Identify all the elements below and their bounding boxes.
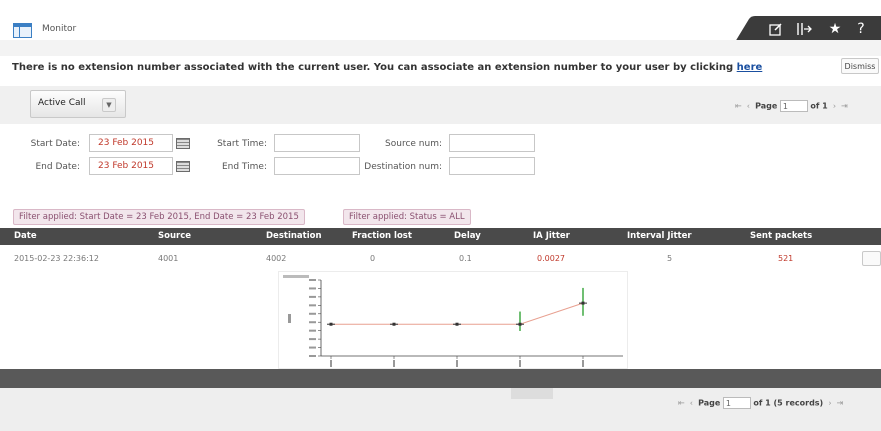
source-num-input[interactable] [449,134,535,152]
header-divider [0,40,881,56]
edit-icon[interactable] [769,19,791,39]
page-of-label: of 1 (5 records) [753,398,824,408]
chart-point-marker [581,301,585,305]
last-page-icon[interactable]: ⇥ [841,102,848,111]
chart-x-tick-label-mark [582,360,584,367]
cell-destination: 4002 [266,254,287,263]
chart-y-axis-label-mark [288,314,291,323]
chart-x-tick-label-mark [393,360,395,367]
end-date-input[interactable]: 23 Feb 2015 [89,157,173,175]
chart-y-tick-label-mark [309,312,316,315]
cell-interval-jitter: 5 [667,254,673,263]
chart-x-tick-label-mark [456,360,458,367]
chart-y-tick-label-mark [309,295,316,298]
row-action-button[interactable] [862,251,881,266]
start-time-input[interactable] [274,134,360,152]
extension-notice: There is no extension number associated … [12,62,762,73]
view-select-label: Active Call [38,98,86,108]
cell-fraction-lost: 0 [370,254,376,263]
monitor-icon [13,23,32,38]
chart-x-tick-label-mark [330,360,332,367]
destination-num-label: Destination num: [364,162,442,172]
cell-source: 4001 [158,254,179,263]
header-icon-bar: ★ ? [735,16,881,42]
table-footer-bar [0,369,881,388]
chart-point-marker [518,322,522,326]
help-icon[interactable]: ? [850,19,872,39]
page-input[interactable]: 1 [779,100,808,112]
chart-y-tick-label-mark [309,346,316,349]
column-header-sent-packets[interactable]: Sent packets [750,231,812,241]
prev-page-icon[interactable]: ‹ [690,399,693,408]
jitter-chart-svg [283,275,623,367]
column-icon[interactable] [796,19,818,39]
first-page-icon[interactable]: ⇤ [735,102,742,111]
chart-y-tick-label-mark [309,287,316,290]
pager-top: ⇤ ‹ Page 1 of 1 › ⇥ [735,100,848,112]
column-header-source[interactable]: Source [158,231,191,241]
cell-sent-packets: 521 [778,254,794,263]
chart-y-tick-label-mark [309,321,316,324]
source-num-label: Source num: [385,139,442,149]
start-date-input[interactable]: 23 Feb 2015 [89,134,173,152]
next-page-icon[interactable]: › [833,102,836,111]
start-date-calendar-icon[interactable] [176,138,190,149]
chart-point-marker [392,322,396,326]
column-header-fraction-lost[interactable]: Fraction lost [352,231,412,241]
destination-num-input[interactable] [449,157,535,175]
chart-y-tick-label-mark [309,355,316,357]
cell-date: 2015-02-23 22:36:12 [14,254,99,263]
page-input[interactable]: 1 [722,397,751,409]
chart-y-tick-label-mark [309,279,316,281]
filter-chip-date: Filter applied: Start Date = 23 Feb 2015… [13,209,305,225]
prev-page-icon[interactable]: ‹ [747,102,750,111]
chart-y-tick-label-mark [309,338,316,341]
last-page-icon[interactable]: ⇥ [837,399,844,408]
notice-text: There is no extension number associated … [12,62,734,73]
jitter-chart [278,271,628,369]
page-label: Page [755,101,778,111]
page-title: Monitor [42,24,77,34]
chart-series-line [331,302,584,325]
chart-y-tick-label-mark [309,329,316,332]
start-date-label: Start Date: [30,139,80,149]
notice-here-link[interactable]: here [737,62,763,73]
end-time-input[interactable] [274,157,360,175]
cell-delay: 0.1 [459,254,472,263]
cell-ia-jitter: 0.0027 [537,254,565,263]
end-time-label: End Time: [221,162,267,172]
first-page-icon[interactable]: ⇤ [678,399,685,408]
chart-caption-mark [283,275,309,278]
chart-point-marker [329,322,333,326]
dismiss-button[interactable]: Dismiss [841,58,879,74]
pager-bottom: ⇤ ‹ Page 1 of 1 (5 records) › ⇥ [678,397,843,409]
filter-chip-status: Filter applied: Status = ALL [343,209,471,225]
end-date-label: End Date: [35,162,80,172]
chart-point-marker [455,322,459,326]
table-header: Date Source Destination Fraction lost De… [0,228,881,245]
column-header-ia-jitter[interactable]: IA Jitter [533,231,570,241]
column-header-interval-jitter[interactable]: Interval Jitter [627,231,692,241]
end-date-calendar-icon[interactable] [176,161,190,172]
page-of-label: of 1 [810,101,828,111]
footer-tab [511,388,553,399]
chart-x-tick-label-mark [519,360,521,367]
next-page-icon[interactable]: › [828,399,831,408]
page-label: Page [698,398,721,408]
footer [0,388,881,431]
chevron-down-icon[interactable]: ▼ [102,98,116,112]
column-header-delay[interactable]: Delay [454,231,481,241]
start-time-label: Start Time: [217,139,267,149]
chart-y-tick-label-mark [309,304,316,307]
star-icon[interactable]: ★ [824,19,846,39]
column-header-destination[interactable]: Destination [266,231,322,241]
column-header-date[interactable]: Date [14,231,37,241]
